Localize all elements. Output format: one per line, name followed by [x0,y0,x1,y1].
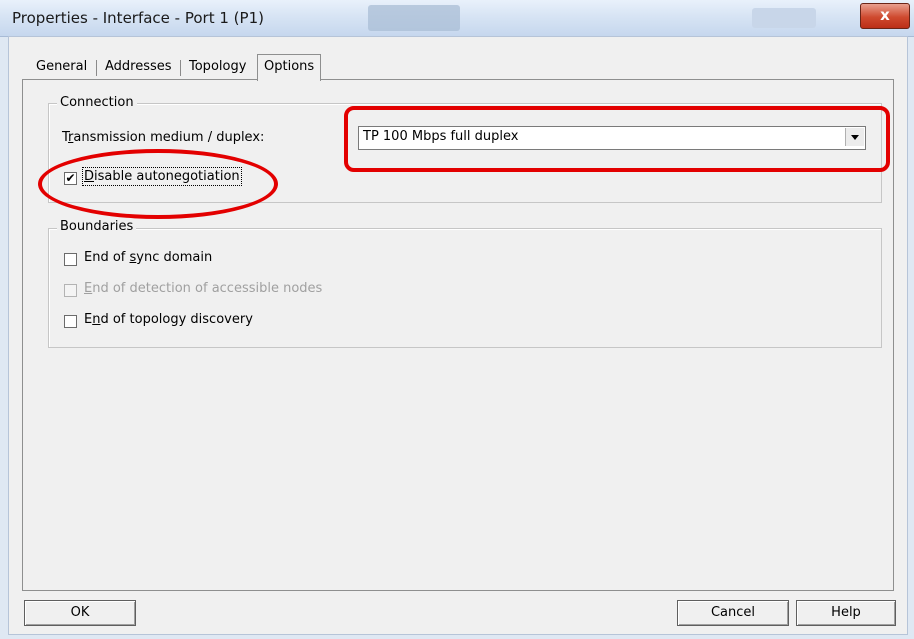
end-of-topology-discovery-checkbox[interactable] [64,315,77,328]
tab-addresses[interactable]: Addresses [99,56,178,78]
end-of-topology-discovery-label[interactable]: End of topology discovery [84,312,253,327]
transmission-medium-select[interactable]: TP 100 Mbps full duplex [358,126,866,150]
tab-separator [180,60,181,76]
tab-options[interactable]: Options [257,54,322,81]
connection-group-title: Connection [57,95,137,110]
tab-separator [96,60,97,76]
label-text: ansmission medium / duplex: [73,130,265,145]
background-window-blur [752,8,816,28]
label-text: ync domain [136,250,213,265]
label-access-key: D [84,169,95,184]
transmission-medium-value: TP 100 Mbps full duplex [363,129,519,144]
label-text: nd of detection of accessible nodes [92,281,323,296]
help-button[interactable]: Help [796,600,896,626]
window-title: Properties - Interface - Port 1 (P1) [12,9,264,27]
tab-general[interactable]: General [30,56,93,78]
label-text: isable autonegotiation [94,169,240,184]
close-button[interactable]: x [860,3,910,29]
label-text: d of topology discovery [100,312,253,327]
label-access-key: E [84,281,93,296]
chevron-down-icon[interactable] [845,128,864,146]
background-window-blur [368,5,460,31]
end-of-sync-domain-label[interactable]: End of sync domain [84,250,212,265]
disable-autonegotiation-checkbox[interactable]: ✔ [64,172,77,185]
disable-autonegotiation-label[interactable]: Disable autonegotiation [82,167,242,186]
cancel-button[interactable]: Cancel [677,600,789,626]
tab-topology[interactable]: Topology [183,56,252,78]
end-of-sync-domain-checkbox[interactable] [64,253,77,266]
transmission-medium-label: Transmission medium / duplex: [62,130,264,145]
title-bar: Properties - Interface - Port 1 (P1) x [0,0,914,37]
label-text: End of [84,250,130,265]
boundaries-group-title: Boundaries [57,219,137,234]
end-of-detection-checkbox [64,284,77,297]
ok-button[interactable]: OK [24,600,136,626]
end-of-detection-label: End of detection of accessible nodes [84,281,322,296]
label-text: E [84,312,93,327]
connection-group [48,103,882,203]
